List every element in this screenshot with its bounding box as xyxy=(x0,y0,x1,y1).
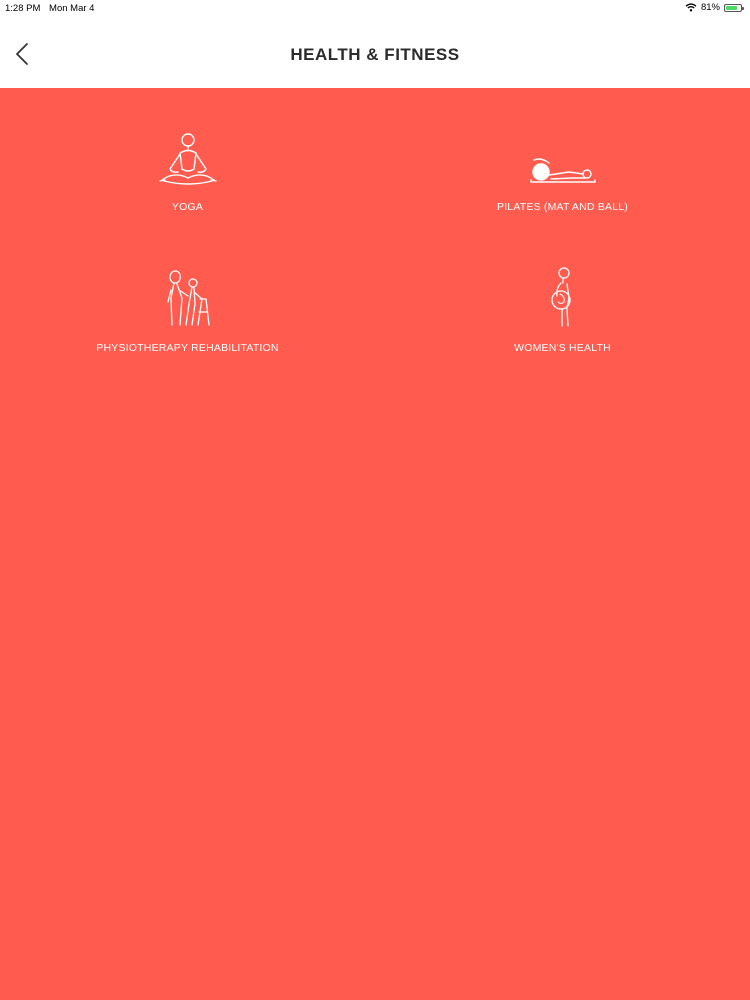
category-tile-physiotherapy[interactable]: PHYSIOTHERAPY REHABILITATION xyxy=(0,248,375,378)
status-bar: 1:28 PM Mon Mar 4 81% xyxy=(0,0,750,18)
status-time: 1:28 PM xyxy=(5,3,41,14)
physiotherapy-icon xyxy=(162,268,214,328)
category-label: WOMEN'S HEALTH xyxy=(514,342,611,354)
category-label: PHYSIOTHERAPY REHABILITATION xyxy=(96,342,279,354)
status-right: 81% xyxy=(685,2,744,13)
status-left: 1:28 PM Mon Mar 4 xyxy=(5,3,100,14)
pilates-ball-icon xyxy=(529,154,597,188)
category-tile-yoga[interactable]: YOGA xyxy=(0,108,375,238)
wifi-icon xyxy=(685,3,697,12)
page-title: HEALTH & FITNESS xyxy=(290,45,460,64)
category-label: PILATES (MAT AND BALL) xyxy=(496,201,629,213)
battery-icon xyxy=(724,3,744,12)
yoga-meditation-icon xyxy=(158,133,218,188)
battery-fill xyxy=(726,5,738,10)
battery-percent: 81% xyxy=(700,2,720,13)
category-grid: YOGA PILATES (MAT AND BALL) PHYSIOTHERAP… xyxy=(0,88,750,1000)
category-label: YOGA xyxy=(171,201,204,213)
nav-bar: HEALTH & FITNESS xyxy=(0,18,750,88)
status-date: Mon Mar 4 xyxy=(49,3,95,14)
category-tile-womens-health[interactable]: WOMEN'S HEALTH xyxy=(375,248,750,378)
category-tile-pilates[interactable]: PILATES (MAT AND BALL) xyxy=(375,108,750,238)
pregnant-woman-icon xyxy=(548,266,578,328)
